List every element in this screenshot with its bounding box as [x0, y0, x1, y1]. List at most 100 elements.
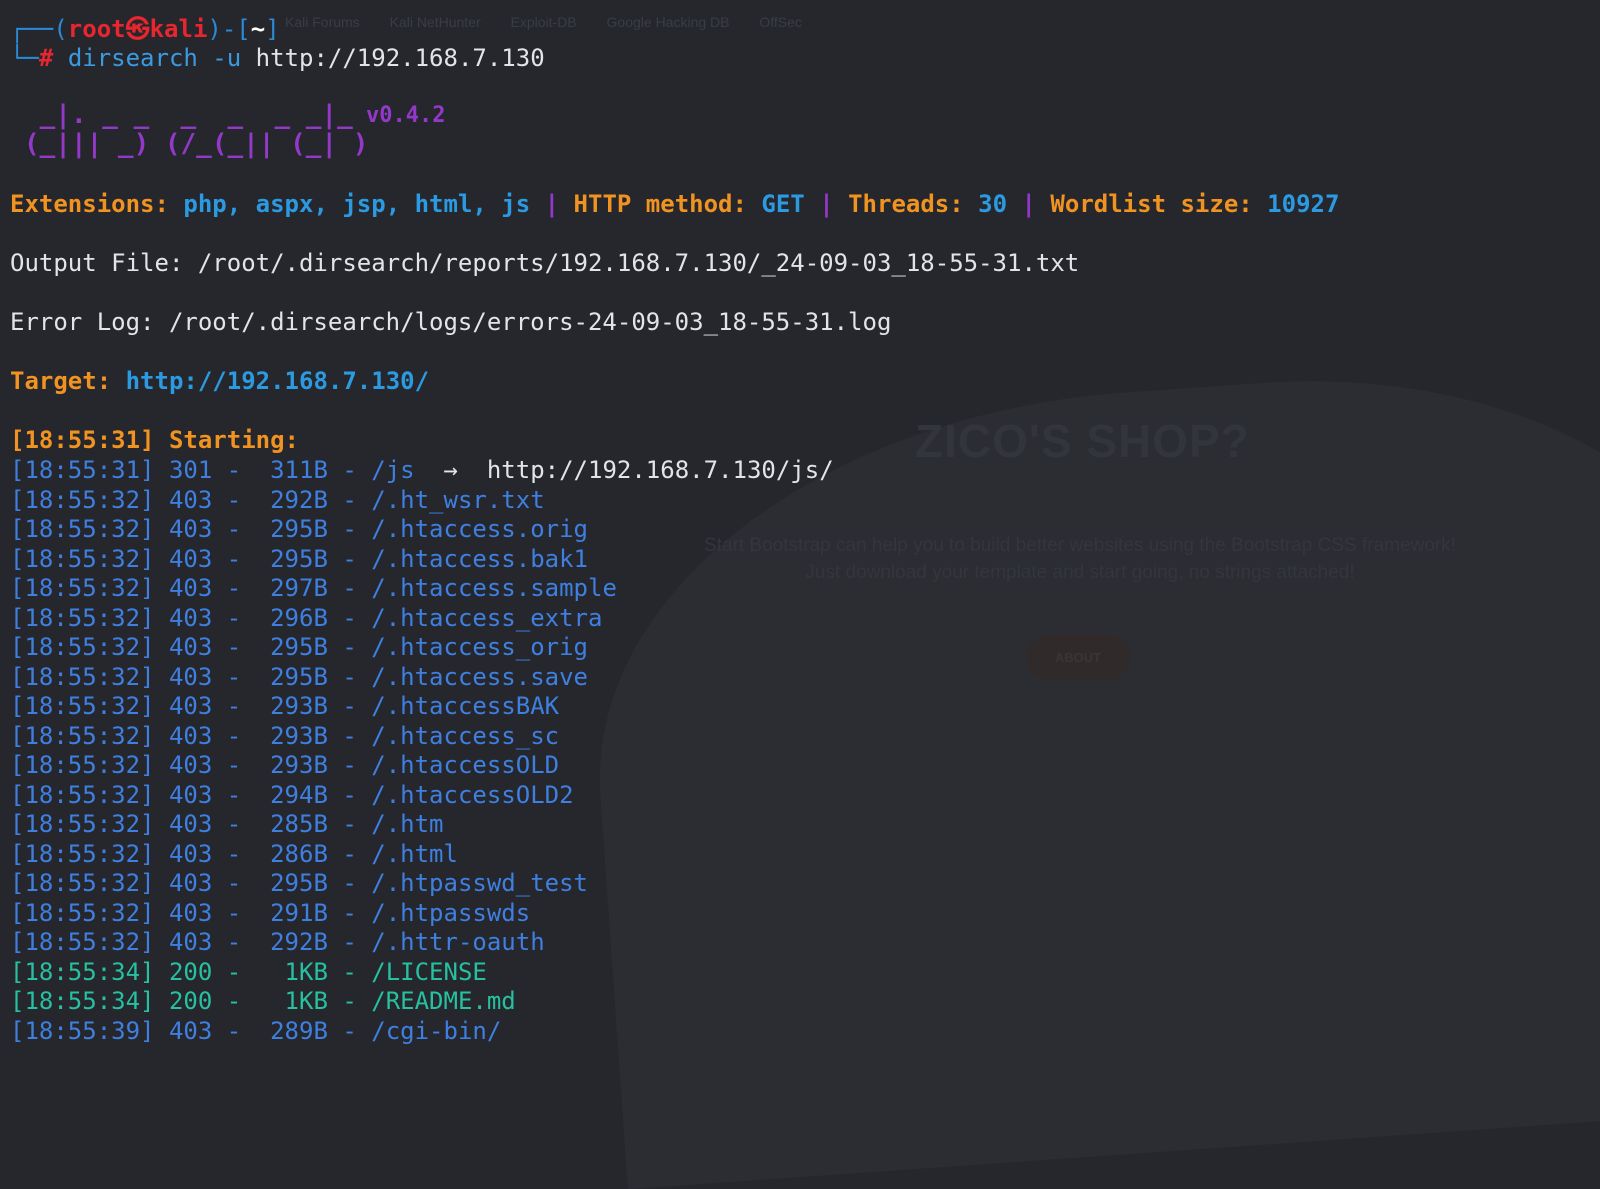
result-code: 403 - [168, 751, 256, 779]
result-time: [18:55:32] [10, 928, 169, 956]
prompt-frame: └─ [10, 44, 39, 72]
wordlist-label: Wordlist size: [1050, 190, 1253, 218]
prompt-frame: )-[ [207, 15, 251, 43]
result-time: [18:55:32] [10, 721, 169, 750]
result-time: [18:55:32] [10, 662, 169, 691]
output-file-line: Output File: /root/.dirsearch/reports/19… [10, 249, 1080, 277]
separator: | [544, 190, 560, 218]
target-line: Target: http://192.168.7.130/ [10, 366, 429, 396]
result-path: /.htpasswd_test [371, 869, 588, 897]
threads-value: 30 [978, 190, 1008, 218]
config-line: Extensions: php, aspx, jsp, html, js | H… [10, 189, 1339, 219]
result-row: [18:55:34] 200 - 1KB - /LICENSE [10, 957, 487, 987]
ascii-banner-line-2: (_||| _) (/_(_|| (_| ) [24, 129, 369, 159]
result-size: 289B - [255, 1016, 372, 1045]
skull-icon: ㉿ [125, 15, 150, 43]
result-row: [18:55:32] 403 - 293B - /.htaccess_sc [10, 721, 559, 751]
result-path: /cgi-bin/ [371, 1016, 502, 1045]
prompt-line-2[interactable]: └─# dirsearch -u http://192.168.7.130 [10, 43, 545, 73]
result-time: [18:55:32] [10, 751, 169, 779]
result-row: [18:55:34] 200 - 1KB - /README.md [10, 986, 516, 1016]
result-time: [18:55:34] [10, 957, 169, 986]
result-size: 296B - [255, 603, 372, 632]
prompt-line-1: ┌──(root㉿kali)-[~] [10, 14, 280, 44]
result-row: [18:55:32] 403 - 295B - /.htaccess.save [10, 662, 588, 692]
extensions-label: Extensions: [10, 190, 169, 218]
result-row: [18:55:32] 403 - 295B - /.htaccess.bak1 [10, 544, 588, 574]
result-size: 1KB - [255, 987, 372, 1015]
result-size: 286B - [255, 839, 372, 868]
result-row: [18:55:32] 403 - 295B - /.htaccess_orig [10, 632, 588, 662]
result-code: 403 - [168, 898, 256, 927]
result-size: 297B - [255, 574, 372, 602]
result-size: 295B - [255, 662, 372, 691]
result-path: /.htaccess.bak1 [371, 544, 588, 573]
result-path: /js [371, 456, 415, 484]
wordlist-value: 10927 [1267, 190, 1340, 218]
result-path: /.htaccess_orig [371, 633, 588, 661]
result-row: [18:55:39] 403 - 289B - /cgi-bin/ [10, 1016, 501, 1046]
result-code: 403 - [168, 928, 256, 956]
prompt-frame: ┌──( [10, 15, 68, 43]
result-time: [18:55:34] [10, 987, 169, 1015]
threads-label: Threads: [848, 190, 964, 218]
result-time: [18:55:32] [10, 515, 169, 543]
result-row: [18:55:32] 403 - 293B - /.htaccessOLD [10, 750, 559, 780]
method-label: HTTP method: [573, 190, 747, 218]
result-code: 200 - [168, 987, 256, 1015]
result-time: [18:55:32] [10, 692, 169, 720]
result-row: [18:55:32] 403 - 292B - /.ht_wsr.txt [10, 485, 545, 515]
result-path: /README.md [371, 987, 516, 1015]
result-code: 403 - [168, 839, 256, 868]
result-size: 292B - [255, 928, 372, 956]
result-code: 403 - [168, 721, 256, 750]
separator: | [819, 190, 834, 218]
prompt-user: root [67, 15, 126, 43]
result-code: 403 - [168, 692, 256, 720]
result-time: [18:55:32] [10, 839, 169, 868]
result-size: 291B - [255, 898, 372, 927]
result-row: [18:55:32] 403 - 291B - /.htpasswds [10, 898, 530, 928]
result-size: 293B - [255, 721, 372, 750]
error-log-line: Error Log: /root/.dirsearch/logs/errors-… [10, 308, 892, 336]
result-size: 295B - [255, 633, 372, 661]
result-size: 294B - [255, 780, 372, 809]
prompt-host: kali [149, 15, 208, 43]
result-time: [18:55:32] [10, 603, 169, 632]
result-size: 295B - [255, 515, 372, 543]
result-code: 403 - [168, 574, 256, 602]
separator: | [1021, 190, 1036, 218]
result-size: 292B - [255, 485, 372, 514]
result-code: 200 - [168, 957, 256, 986]
result-size: 311B - [255, 456, 372, 484]
result-path: /.ht_wsr.txt [371, 485, 545, 514]
result-path: /.htaccess_extra [371, 603, 603, 632]
result-path: /.htaccessOLD2 [371, 780, 574, 809]
result-time: [18:55:32] [10, 574, 169, 602]
result-time: [18:55:32] [10, 544, 169, 573]
result-size: 295B - [255, 869, 372, 897]
result-path: /.htaccessOLD [371, 751, 560, 779]
prompt-dir: ~ [250, 15, 266, 43]
result-time: [18:55:32] [10, 810, 169, 838]
result-row: [18:55:32] 403 - 295B - /.htaccess.orig [10, 514, 588, 544]
result-code: 403 - [168, 662, 256, 691]
result-row: [18:55:32] 403 - 297B - /.htaccess.sampl… [10, 573, 617, 603]
command-url: http://192.168.7.130 [255, 44, 545, 72]
terminal-window[interactable]: ┌──(root㉿kali)-[~] └─# dirsearch -u http… [0, 0, 1600, 1066]
result-row: [18:55:32] 403 - 294B - /.htaccessOLD2 [10, 780, 574, 810]
extensions-value: php, aspx, jsp, html, js [183, 190, 531, 218]
result-code: 403 - [168, 515, 256, 543]
result-row: [18:55:32] 403 - 296B - /.htaccess_extra [10, 603, 602, 633]
result-size: 295B - [255, 544, 372, 573]
result-code: 301 - [168, 456, 256, 484]
result-path: /.httr-oauth [371, 928, 545, 956]
result-code: 403 - [168, 780, 256, 809]
result-row: [18:55:32] 403 - 293B - /.htaccessBAK [10, 691, 559, 721]
result-size: 293B - [255, 692, 372, 720]
result-code: 403 - [168, 485, 256, 514]
ascii-banner-line-1: _|. _ _ _ _ _ _|_ [24, 100, 353, 130]
result-size: 285B - [255, 810, 372, 838]
result-size: 1KB - [255, 957, 372, 986]
target-url: http://192.168.7.130/ [125, 367, 430, 395]
